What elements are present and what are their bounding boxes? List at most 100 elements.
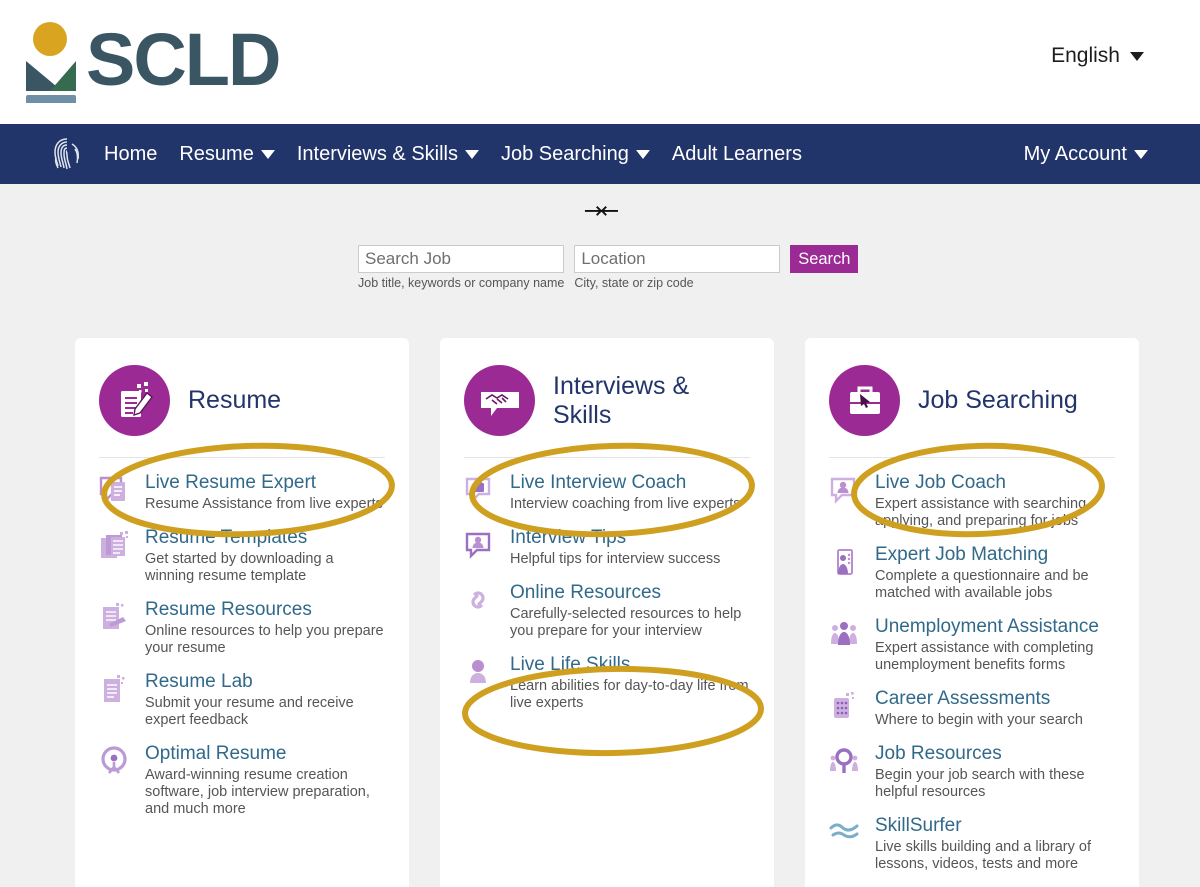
list-item-body: Career Assessments Where to begin with y… — [875, 688, 1115, 729]
list-item-desc: Award-winning resume creation software, … — [145, 767, 370, 817]
link-career-assessments[interactable]: Career Assessments — [875, 688, 1115, 710]
list-item-desc: Interview coaching from live experts — [510, 496, 741, 512]
list-item[interactable]: Expert Job Matching Complete a questionn… — [829, 544, 1115, 602]
list-item[interactable]: SkillSurfer Live skills building and a l… — [829, 815, 1115, 873]
card-title: Interviews & Skills — [553, 371, 690, 429]
document-pen-icon — [99, 599, 131, 657]
job-search-form: Job title, keywords or company name City… — [358, 245, 859, 290]
list-item-body: Live Life Skills Learn abilities for day… — [510, 654, 750, 712]
search-job-input[interactable] — [358, 245, 564, 273]
list-item-desc: Online resources to help you prepare you… — [145, 623, 384, 656]
list-item-desc: Submit your resume and receive expert fe… — [145, 695, 354, 728]
list-item-desc: Complete a questionnaire and be matched … — [875, 568, 1089, 601]
nav-item-label: Adult Learners — [671, 142, 802, 165]
language-label: English — [1051, 44, 1120, 67]
assessment-grid-icon — [829, 688, 861, 729]
nav-item-my-account[interactable]: My Account — [1024, 143, 1148, 166]
list-item[interactable]: Interview Tips Helpful tips for intervie… — [464, 527, 750, 568]
site-logo[interactable]: SCLD — [20, 17, 281, 117]
list-item-body: Resume Lab Submit your resume and receiv… — [145, 671, 385, 729]
list-item[interactable]: Live Interview Coach Interview coaching … — [464, 472, 750, 513]
card-header: Job Searching — [829, 362, 1115, 439]
list-item-body: Live Interview Coach Interview coaching … — [510, 472, 750, 513]
card-interviews-skills: Interviews & Skills Live Interview Coach… — [440, 338, 774, 887]
link-resume-resources[interactable]: Resume Resources — [145, 599, 385, 621]
nav-item-label: My Account — [1023, 142, 1127, 165]
handshake-speech-bubble-icon — [464, 365, 535, 436]
link-unemployment-assistance[interactable]: Unemployment Assistance — [875, 616, 1115, 638]
fingerprint-icon[interactable] — [52, 137, 82, 171]
link-live-job-coach[interactable]: Live Job Coach — [875, 472, 1115, 494]
person-speech-bubble-icon — [464, 527, 496, 568]
nav-item-label: Resume — [179, 142, 254, 165]
person-speech-bubble-icon — [829, 472, 861, 530]
nav-item-label: Home — [104, 142, 158, 165]
list-item-desc: Helpful tips for interview success — [510, 551, 721, 567]
link-live-interview-coach[interactable]: Live Interview Coach — [510, 472, 750, 494]
list-item[interactable]: Live Life Skills Learn abilities for day… — [464, 654, 750, 712]
list-item-body: Live Resume Expert Resume Assistance fro… — [145, 472, 385, 513]
link-live-life-skills[interactable]: Live Life Skills — [510, 654, 750, 676]
list-item[interactable]: Resume Resources Online resources to hel… — [99, 599, 385, 657]
nav-item-adult-learners[interactable]: Adult Learners — [672, 143, 802, 166]
list-item-body: Online Resources Carefully-selected reso… — [510, 582, 750, 640]
list-item-desc: Expert assistance with completing unempl… — [875, 640, 1094, 673]
nav-right-group: My Account — [1024, 143, 1148, 166]
live-chat-briefcase-icon — [464, 472, 496, 513]
link-live-resume-expert[interactable]: Live Resume Expert — [145, 472, 385, 494]
link-resume-lab[interactable]: Resume Lab — [145, 671, 385, 693]
card-title: Job Searching — [918, 386, 1078, 414]
list-item-body: Live Job Coach Expert assistance with se… — [875, 472, 1115, 530]
list-item-desc: Resume Assistance from live experts — [145, 496, 383, 512]
list-item-desc: Learn abilities for day-to-day life from… — [510, 678, 749, 711]
list-item[interactable]: Unemployment Assistance Expert assistanc… — [829, 616, 1115, 674]
link-optimal-resume[interactable]: Optimal Resume — [145, 743, 385, 765]
list-item[interactable]: Online Resources Carefully-selected reso… — [464, 582, 750, 640]
card-divider — [464, 457, 750, 458]
group-people-icon — [829, 616, 861, 674]
list-item[interactable]: Job Resources Begin your job search with… — [829, 743, 1115, 801]
link-interview-tips[interactable]: Interview Tips — [510, 527, 750, 549]
list-item[interactable]: Live Resume Expert Resume Assistance fro… — [99, 472, 385, 513]
link-job-resources[interactable]: Job Resources — [875, 743, 1115, 765]
card-job-searching: Job Searching Live Job Coach Expert assi… — [805, 338, 1139, 887]
list-item-body: Interview Tips Helpful tips for intervie… — [510, 527, 750, 568]
nav-item-label: Job Searching — [501, 142, 629, 165]
list-item[interactable]: Resume Templates Get started by download… — [99, 527, 385, 585]
list-item[interactable]: Resume Lab Submit your resume and receiv… — [99, 671, 385, 729]
list-item[interactable]: Career Assessments Where to begin with y… — [829, 688, 1115, 729]
link-skillsurfer[interactable]: SkillSurfer — [875, 815, 1115, 837]
list-item[interactable]: Live Job Coach Expert assistance with se… — [829, 472, 1115, 530]
magnifier-people-icon — [829, 743, 861, 801]
list-item[interactable]: Optimal Resume Award-winning resume crea… — [99, 743, 385, 818]
list-item-body: Resume Templates Get started by download… — [145, 527, 385, 585]
link-online-resources[interactable]: Online Resources — [510, 582, 750, 604]
resume-pencil-icon — [99, 365, 170, 436]
list-item-desc: Expert assistance with searching, applyi… — [875, 496, 1091, 529]
card-resume: Resume Live Resume Expert Resume Assista… — [75, 338, 409, 887]
list-item-desc: Get started by downloading a winning res… — [145, 551, 334, 584]
language-selector[interactable]: English — [1051, 44, 1144, 68]
job-field-hint: Job title, keywords or company name — [358, 276, 565, 290]
list-item-body: Optimal Resume Award-winning resume crea… — [145, 743, 385, 818]
collapse-toggle-icon[interactable]: →← — [0, 198, 1200, 224]
location-input[interactable] — [574, 245, 781, 273]
nav-item-home[interactable]: Home — [104, 143, 157, 166]
chevron-down-icon — [635, 149, 650, 159]
search-button[interactable]: Search — [790, 245, 859, 273]
nav-item-job-searching[interactable]: Job Searching — [501, 143, 650, 166]
site-header: SCLD English — [0, 0, 1200, 124]
nav-left-group: Home Resume Interviews & Skills Job Sear… — [52, 137, 802, 171]
chevron-down-icon — [260, 149, 275, 159]
link-resume-templates[interactable]: Resume Templates — [145, 527, 385, 549]
nav-item-resume[interactable]: Resume — [179, 142, 275, 166]
nav-item-interviews-skills[interactable]: Interviews & Skills — [297, 143, 479, 166]
card-divider — [99, 457, 385, 458]
card-header: Resume — [99, 362, 385, 439]
chevron-down-icon — [465, 149, 479, 159]
briefcase-cursor-icon — [829, 365, 900, 436]
link-expert-job-matching[interactable]: Expert Job Matching — [875, 544, 1115, 566]
list-item-body: Resume Resources Online resources to hel… — [145, 599, 385, 657]
job-field-group: Job title, keywords or company name — [358, 245, 564, 290]
optimal-resume-person-icon — [99, 743, 131, 818]
